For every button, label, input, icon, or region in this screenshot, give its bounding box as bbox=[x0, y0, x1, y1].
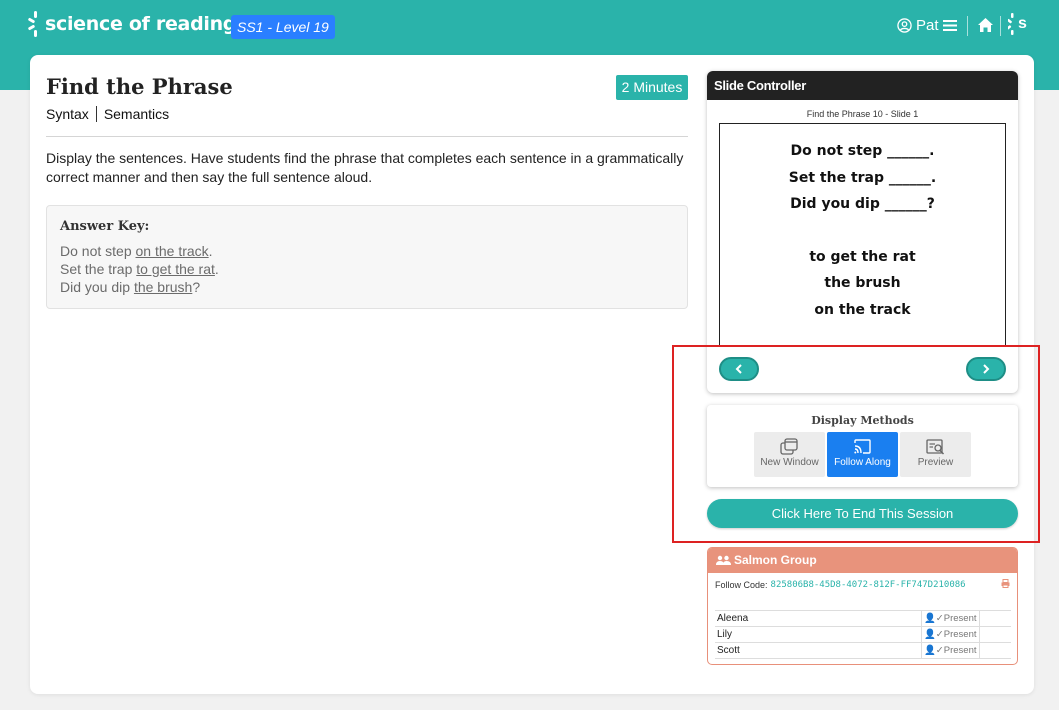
top-navigation-bar: science of reading SS1 - Level 19 Pat s bbox=[0, 0, 1059, 52]
chevron-left-icon bbox=[735, 364, 742, 374]
answer-line: Set the trap to get the rat. bbox=[60, 261, 219, 277]
user-circle-icon bbox=[897, 18, 912, 33]
user-menu[interactable]: Pat bbox=[897, 17, 939, 34]
slide-controller-title: Slide Controller bbox=[707, 71, 1018, 100]
slide-preview: Do not step ______. Set the trap ______.… bbox=[719, 123, 1006, 345]
display-methods-panel: Display Methods New Window Follow Along … bbox=[707, 405, 1018, 487]
sunburst-icon bbox=[1008, 13, 1014, 35]
chevron-right-icon bbox=[983, 364, 990, 374]
tag-syntax: Syntax bbox=[46, 106, 89, 122]
brand-logo[interactable]: science of reading bbox=[27, 11, 237, 37]
attendance-status[interactable]: 👤✓Present bbox=[920, 642, 980, 659]
slide-caption: Find the Phrase 10 - Slide 1 bbox=[806, 109, 919, 119]
slide-phrase: on the track bbox=[814, 301, 911, 318]
duration-badge: 2 Minutes bbox=[616, 75, 688, 100]
cast-icon bbox=[854, 439, 871, 454]
preview-icon bbox=[926, 439, 945, 455]
user-name: Pat bbox=[916, 17, 939, 34]
section-divider bbox=[46, 136, 688, 137]
answer-line: Do not step on the track. bbox=[60, 243, 213, 259]
answer-key-list: Do not step on the track. Set the trap t… bbox=[60, 242, 219, 296]
end-session-button[interactable]: Click Here To End This Session bbox=[707, 499, 1018, 528]
slide-phrase: the brush bbox=[824, 275, 901, 291]
slide-controller-panel: Slide Controller Find the Phrase 10 - Sl… bbox=[707, 71, 1018, 393]
preview-button[interactable]: Preview bbox=[900, 432, 971, 477]
answer-key-title: Answer Key: bbox=[60, 219, 150, 234]
attendance-status[interactable]: 👤✓Present bbox=[920, 610, 980, 627]
follow-code: Follow Code: 825806B8-45D8-4072-812F-FF7… bbox=[715, 580, 966, 590]
next-slide-button[interactable] bbox=[966, 357, 1006, 381]
tag-semantics: Semantics bbox=[103, 106, 170, 122]
print-icon[interactable] bbox=[1001, 579, 1010, 588]
previous-slide-button[interactable] bbox=[719, 357, 759, 381]
header-divider bbox=[967, 16, 968, 36]
home-icon[interactable] bbox=[977, 17, 994, 33]
student-name: Lily bbox=[715, 626, 922, 643]
user-check-icon: 👤✓ bbox=[923, 629, 944, 640]
activity-description: Display the sentences. Have students fin… bbox=[46, 150, 684, 185]
users-icon bbox=[716, 555, 731, 565]
slide-sentence: Do not step ______. bbox=[790, 143, 935, 159]
table-row: Aleena 👤✓Present bbox=[715, 610, 1011, 627]
preview-label: Preview bbox=[917, 457, 954, 468]
level-badge: SS1 - Level 19 bbox=[231, 15, 335, 39]
slide-phrase: to get the rat bbox=[809, 248, 916, 265]
table-row: Scott 👤✓Present bbox=[715, 642, 1011, 659]
answer-key-box: Answer Key: Do not step on the track. Se… bbox=[46, 205, 688, 309]
brand-sunburst-icon bbox=[27, 11, 42, 37]
hamburger-menu-icon[interactable] bbox=[943, 19, 957, 32]
group-panel: Salmon Group Follow Code: 825806B8-45D8-… bbox=[707, 547, 1018, 665]
header-divider bbox=[1000, 16, 1001, 36]
user-check-icon: 👤✓ bbox=[923, 613, 944, 624]
student-name: Scott bbox=[715, 642, 922, 659]
group-header: Salmon Group bbox=[708, 548, 1017, 573]
new-window-label: New Window bbox=[760, 457, 819, 468]
user-check-icon: 👤✓ bbox=[923, 645, 944, 656]
student-name: Aleena bbox=[715, 610, 922, 627]
answer-line: Did you dip the brush? bbox=[60, 279, 201, 295]
new-window-icon bbox=[780, 438, 798, 455]
brand-name: science of reading bbox=[45, 13, 237, 35]
student-roster: Aleena 👤✓Present Lily 👤✓Present Scott 👤✓… bbox=[715, 610, 1011, 659]
follow-along-label: Follow Along bbox=[834, 457, 891, 468]
slide-sentence: Set the trap ______. bbox=[788, 169, 937, 186]
table-row: Lily 👤✓Present bbox=[715, 626, 1011, 643]
tag-divider bbox=[95, 106, 97, 122]
slide-sentence: Did you dip ______? bbox=[790, 196, 935, 212]
app-switcher-logo[interactable]: s bbox=[1008, 13, 1027, 35]
follow-along-button[interactable]: Follow Along bbox=[827, 432, 898, 477]
follow-code-value: 825806B8-45D8-4072-812F-FF747D210086 bbox=[770, 580, 966, 590]
follow-code-label: Follow Code: bbox=[715, 580, 768, 590]
skill-tags: Syntax Semantics bbox=[46, 106, 169, 122]
page-title: Find the Phrase bbox=[46, 74, 233, 99]
logo-letter: s bbox=[1018, 15, 1027, 32]
new-window-button[interactable]: New Window bbox=[754, 432, 825, 477]
display-methods-title: Display Methods bbox=[811, 414, 914, 427]
group-name: Salmon Group bbox=[734, 553, 817, 567]
attendance-status[interactable]: 👤✓Present bbox=[920, 626, 980, 643]
